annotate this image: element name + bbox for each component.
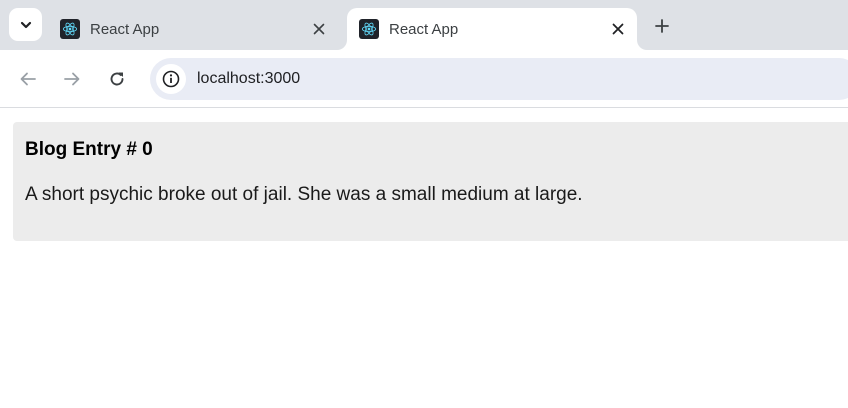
blog-entry-card: Blog Entry # 0 A short psychic broke out…: [13, 122, 848, 241]
browser-toolbar: localhost:3000: [0, 50, 848, 108]
tab-close-button[interactable]: [308, 18, 330, 40]
react-logo-icon: [60, 19, 80, 39]
back-arrow-icon: [20, 72, 36, 86]
page-content: Blog Entry # 0 A short psychic broke out…: [0, 109, 848, 408]
blog-entry-title: Blog Entry # 0: [25, 139, 153, 160]
back-button[interactable]: [14, 65, 42, 93]
blog-entry-text: A short psychic broke out of jail. She w…: [25, 184, 583, 205]
reload-button[interactable]: [103, 65, 131, 93]
reload-icon: [110, 72, 124, 86]
address-bar[interactable]: localhost:3000: [150, 58, 848, 100]
react-logo-icon: [359, 19, 379, 39]
tab-close-button[interactable]: [607, 18, 629, 40]
tab-react-app-2[interactable]: React App: [347, 8, 637, 50]
tab-search-button[interactable]: [9, 8, 42, 41]
new-tab-button[interactable]: [648, 12, 676, 40]
site-info-button[interactable]: [156, 64, 186, 94]
tab-title: React App: [389, 20, 459, 38]
tab-react-app-1[interactable]: React App: [48, 8, 338, 50]
info-icon: [162, 70, 180, 88]
tab-title: React App: [90, 20, 160, 38]
url-text: localhost:3000: [197, 70, 301, 87]
plus-icon: [655, 19, 669, 33]
forward-button[interactable]: [58, 65, 86, 93]
close-icon: [612, 23, 624, 35]
tab-strip: React App React App: [0, 0, 848, 50]
chevron-down-icon: [20, 21, 31, 28]
forward-arrow-icon: [64, 72, 80, 86]
close-icon: [313, 23, 325, 35]
